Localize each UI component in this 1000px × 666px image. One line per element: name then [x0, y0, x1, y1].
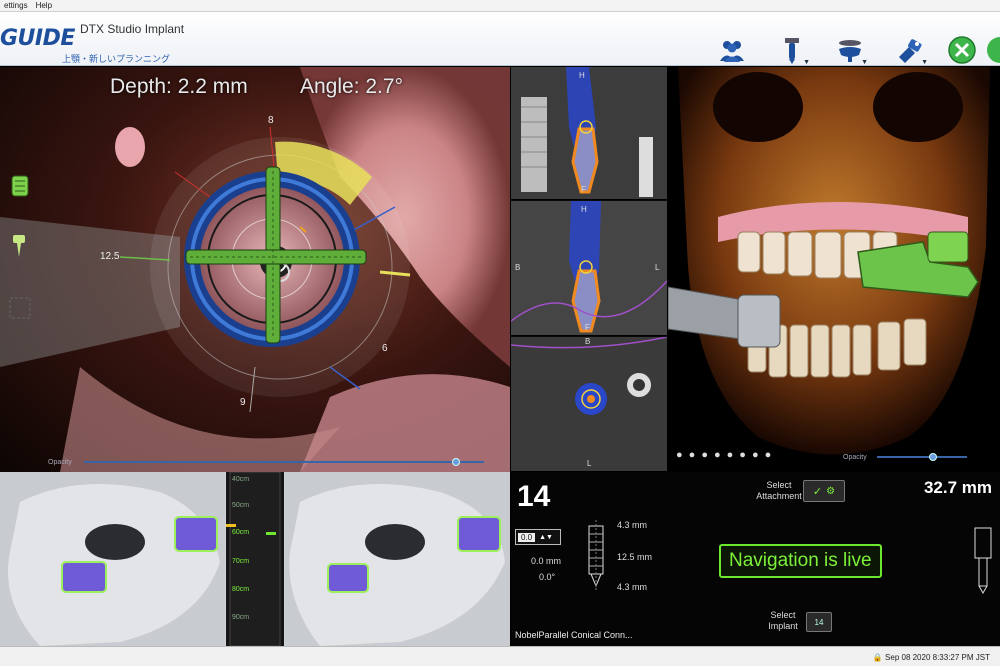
- select-attachment-label: Select Attachment: [756, 480, 802, 501]
- status-clock: 🔒 Sep 08 2020 8:33:27 PM JST: [873, 653, 990, 662]
- tick-label: 9: [240, 397, 246, 408]
- implant-diagram: [588, 520, 604, 592]
- implant-bottom-diameter: 4.3 mm: [617, 582, 648, 592]
- guide-logo: GUIDE: [0, 26, 75, 51]
- implant-model-name: NobelParallel Conical Conn...: [515, 630, 633, 640]
- menu-settings[interactable]: ettings: [0, 1, 32, 10]
- implant-top-diameter: 4.3 mm: [617, 520, 648, 530]
- ct-slice-axial-2[interactable]: H B L F: [511, 201, 667, 336]
- chevron-down-icon: ▼: [861, 59, 868, 66]
- chevron-down-icon: ▼: [921, 59, 928, 66]
- scale-label: 60cm: [232, 529, 250, 536]
- camera-icon[interactable]: ▼: [894, 34, 928, 66]
- opacity-slider-track[interactable]: [84, 461, 484, 463]
- clock-text: Sep 08 2020 8:33:27 PM JST: [885, 653, 990, 662]
- status-bar: 🔒 Sep 08 2020 8:33:27 PM JST: [0, 646, 1000, 666]
- tick-label: 8: [268, 115, 274, 126]
- navigation-3d-view[interactable]: Depth: 2.2 mm Angle: 2.7° 8 12.5 9 6 Opa…: [0, 67, 510, 472]
- scale-label: 90cm: [232, 614, 250, 621]
- drill-guide-diagram: [974, 527, 992, 594]
- skull-view-presets: ● ● ● ● ● ● ● ●: [676, 449, 771, 465]
- opacity-control: Opacity: [48, 455, 488, 469]
- menu-bar: ettings Help: [0, 0, 1000, 12]
- view-preset-icon[interactable]: ●: [714, 449, 721, 465]
- distance-scale: 40cm 50cm 60cm 70cm 80cm 90cm: [232, 472, 262, 646]
- select-attachment-button[interactable]: ✓ ⚙: [803, 480, 845, 502]
- opacity-label: Opacity: [843, 453, 867, 461]
- users-icon[interactable]: [716, 34, 748, 66]
- view-preset-icon[interactable]: ●: [752, 449, 759, 465]
- select-implant-button[interactable]: 14: [806, 612, 832, 632]
- plan-name: 上顎・新しいプランニング: [62, 54, 171, 64]
- lock-icon: 🔒: [872, 653, 883, 662]
- implant-view-icon[interactable]: [6, 172, 34, 200]
- stepper-arrows-icon[interactable]: ▲▼: [539, 534, 553, 541]
- ct-slice-axial-3[interactable]: B L: [511, 337, 667, 472]
- navigation-start-icon[interactable]: [946, 34, 978, 66]
- attachment-icon: ⚙: [826, 485, 836, 497]
- camera-tracking-view[interactable]: 40cm 50cm 60cm 70cm 80cm 90cm: [0, 472, 510, 646]
- scale-label: 70cm: [232, 558, 250, 565]
- navigation-status-badge: Navigation is live: [719, 544, 882, 578]
- ct-slice-axial-1[interactable]: H F: [511, 67, 667, 200]
- ct-orientation-label: F: [581, 185, 586, 194]
- view-preset-icon[interactable]: ●: [739, 449, 746, 465]
- angle-value: 0.0°: [539, 572, 556, 582]
- view-preset-icon[interactable]: ●: [676, 449, 683, 465]
- opacity-label: Opacity: [48, 458, 72, 466]
- opacity-slider-knob[interactable]: [452, 458, 460, 466]
- ct-orientation-label: H: [579, 71, 585, 80]
- drill-depth-value: 32.7 mm: [923, 478, 992, 497]
- depth-readout: Depth: 2.2 mm: [110, 75, 248, 98]
- ct-orientation-label: F: [585, 323, 590, 332]
- opacity-slider-knob[interactable]: [928, 453, 937, 461]
- handpiece-icon[interactable]: ▼: [834, 34, 868, 66]
- scale-label: 80cm: [232, 586, 250, 593]
- checkmark-icon: ✓: [812, 485, 823, 498]
- offset-stepper[interactable]: 0.0 ▲▼: [515, 529, 561, 545]
- ct-orientation-label: B: [515, 263, 521, 272]
- ct-orientation-label: L: [655, 263, 660, 272]
- opacity-slider-track[interactable]: [877, 456, 967, 458]
- view-preset-icon[interactable]: ●: [765, 449, 772, 465]
- angle-readout: Angle: 2.7°: [300, 75, 403, 98]
- ct-orientation-label: H: [581, 205, 587, 214]
- tick-label: 12.5: [100, 251, 120, 262]
- drill-tool-icon[interactable]: [6, 232, 34, 260]
- ct-orientation-label: L: [587, 459, 592, 468]
- ct-slice-views: H F H B L F B L: [511, 67, 667, 472]
- tick-label: 6: [382, 343, 388, 354]
- app-window: ettings Help GUIDE DTX Studio Implant 上顎…: [0, 0, 1000, 666]
- view-preset-icon[interactable]: ●: [689, 449, 696, 465]
- help-icon[interactable]: [984, 34, 1000, 66]
- implant-length: 12.5 mm: [617, 552, 653, 562]
- skull-opacity-control: Opacity: [843, 450, 993, 464]
- ct-orientation-label: B: [585, 337, 591, 346]
- menu-help[interactable]: Help: [32, 1, 56, 10]
- offset-value: 0.0 mm: [531, 556, 562, 566]
- scale-label: 50cm: [232, 502, 250, 509]
- drill-icon[interactable]: ▼: [776, 34, 810, 66]
- selection-box-icon[interactable]: [6, 294, 34, 322]
- scale-label: 40cm: [232, 476, 250, 483]
- tooth-number: 14: [517, 480, 551, 513]
- stepper-value: 0.0: [518, 532, 536, 542]
- select-implant-label: Select Implant: [768, 610, 798, 631]
- view-preset-icon[interactable]: ●: [727, 449, 734, 465]
- app-title: DTX Studio Implant: [80, 22, 185, 36]
- view-preset-icon[interactable]: ●: [701, 449, 708, 465]
- implant-badge: 14: [814, 617, 824, 627]
- implant-info-panel: 14 32.7 mm Select Attachment ✓ ⚙ 0.0 ▲▼ …: [511, 472, 1000, 646]
- skull-3d-view[interactable]: ● ● ● ● ● ● ● ● Opacity: [668, 67, 1000, 472]
- app-header: GUIDE DTX Studio Implant 上顎・新しいプランニング ▼ …: [0, 12, 1000, 66]
- view-tools-sidebar: [0, 162, 40, 452]
- chevron-down-icon: ▼: [803, 59, 810, 66]
